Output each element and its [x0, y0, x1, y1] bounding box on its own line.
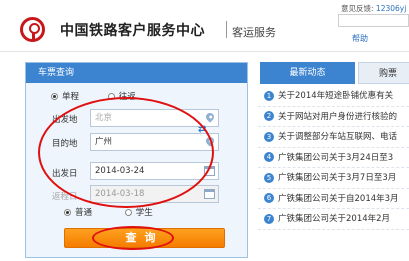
- news-number: 3: [264, 131, 274, 142]
- news-text: 关于网站对用户身份进行核验的: [278, 111, 398, 122]
- student-label: 学生: [135, 208, 153, 218]
- feedback-info: 意见反馈: 12306yj: [341, 3, 406, 14]
- normal-label: 普通: [75, 208, 93, 218]
- news-number: 2: [264, 111, 274, 121]
- feedback-label: 意见反馈:: [341, 4, 374, 13]
- railway-logo-icon[interactable]: [20, 17, 45, 42]
- feedback-email-link[interactable]: 12306yj: [376, 4, 406, 13]
- tab-ticket-info[interactable]: 购票: [358, 62, 409, 84]
- student-radio[interactable]: [124, 208, 132, 216]
- annotation-ellipse-button: [92, 226, 174, 250]
- news-number: 6: [264, 193, 274, 203]
- news-text: 广铁集团公司关于3月7日至3月: [278, 173, 397, 183]
- news-list: 1 关于2014年短途卧铺优惠有关 2 关于网站对用户身份进行核验的 3 关于调整部分…: [258, 86, 409, 230]
- news-item[interactable]: 2 关于网站对用户身份进行核验的: [258, 107, 409, 127]
- news-number: 4: [264, 152, 274, 162]
- news-tabs: 最新动态 购票: [258, 62, 409, 84]
- site-subtitle: 客运服务: [232, 26, 276, 39]
- news-item[interactable]: 1 关于2014年短途卧铺优惠有关: [258, 86, 409, 107]
- site-title: 中国铁路客户服务中心: [60, 23, 205, 39]
- news-number: 1: [264, 90, 274, 101]
- tab-latest-news[interactable]: 最新动态: [260, 62, 355, 84]
- news-text: 关于调整部分车站互联网、电话: [278, 132, 398, 142]
- calendar-icon[interactable]: [204, 189, 215, 199]
- news-text: 广铁集团公司关于2014年2月: [278, 214, 391, 224]
- one-way-radio[interactable]: [51, 92, 58, 100]
- annotation-ellipse: [38, 97, 214, 208]
- news-number: 7: [264, 213, 274, 224]
- news-text: 广铁集团公司关于3月24日至3: [278, 152, 394, 163]
- news-item[interactable]: 7 广铁集团公司关于2014年2月: [258, 209, 409, 230]
- location-pin-icon[interactable]: [204, 111, 216, 123]
- site-search-input[interactable]: [338, 14, 409, 27]
- normal-radio[interactable]: [64, 208, 71, 216]
- news-item[interactable]: 5 广铁集团公司关于3月7日至3月: [258, 168, 409, 189]
- news-item[interactable]: 6 广铁集团公司关于自2014年3月: [258, 189, 409, 209]
- help-link[interactable]: 帮助: [352, 33, 368, 44]
- panel-title: 车票查询: [26, 63, 247, 83]
- title-divider: [226, 21, 227, 38]
- news-text: 关于2014年短途卧铺优惠有关: [278, 91, 394, 101]
- news-number: 5: [264, 172, 274, 183]
- news-item[interactable]: 4 广铁集团公司关于3月24日至3: [258, 148, 409, 168]
- site-header: 中国铁路客户服务中心 客运服务 意见反馈: 12306yj 帮助: [0, 0, 409, 52]
- news-text: 广铁集团公司关于自2014年3月: [278, 193, 399, 204]
- one-way-label: 单程: [62, 92, 80, 102]
- news-item[interactable]: 3 关于调整部分车站互联网、电话: [258, 127, 409, 148]
